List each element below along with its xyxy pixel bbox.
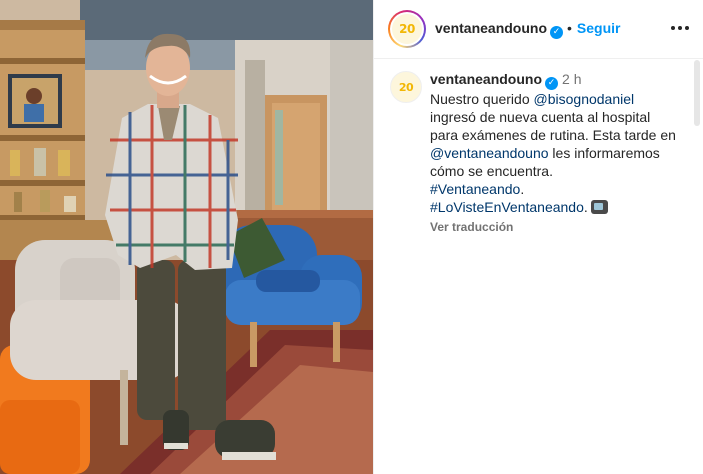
- mention-link[interactable]: @bisognodaniel: [534, 91, 635, 107]
- television-icon: [590, 200, 608, 214]
- logo-text: 20: [399, 22, 415, 36]
- verified-badge-icon: ✓: [545, 77, 559, 90]
- caption-text: .: [520, 181, 525, 197]
- follow-button[interactable]: Seguir: [577, 20, 621, 36]
- mention-link[interactable]: @ventaneandouno: [430, 145, 549, 161]
- header-username[interactable]: ventaneandouno: [435, 20, 547, 36]
- caption-text: Nuestro querido: [430, 91, 534, 107]
- photo-scene: [0, 0, 373, 474]
- hashtag-link[interactable]: #Ventaneando: [430, 181, 520, 197]
- caption-text: ingresó de nueva cuenta al hospital para…: [430, 109, 676, 143]
- post-header: 20 ventaneandouno ✓ • Seguir: [374, 0, 703, 59]
- caption-text: .: [583, 199, 588, 215]
- header-user-line: ventaneandouno ✓ • Seguir: [435, 20, 621, 39]
- post-side-panel: 20 ventaneandouno ✓ • Seguir 20 ventaneando…: [373, 0, 703, 474]
- caption-avatar[interactable]: 20: [390, 71, 422, 103]
- more-dot: [671, 26, 675, 30]
- verified-badge-icon: ✓: [550, 26, 564, 39]
- more-dot: [678, 26, 682, 30]
- profile-avatar[interactable]: 20: [388, 10, 426, 48]
- caption-body: ventaneandouno ✓ 2 h Nuestro querido @biso…: [430, 70, 680, 236]
- comments-scrollbar[interactable]: [694, 60, 700, 126]
- logo-text: 20: [398, 80, 414, 94]
- post-photo[interactable]: [0, 0, 373, 474]
- channel-logo: 20: [392, 14, 422, 44]
- more-dot: [685, 26, 689, 30]
- more-options-icon[interactable]: [670, 20, 690, 36]
- separator-dot: •: [567, 20, 572, 36]
- caption-username[interactable]: ventaneandouno: [430, 71, 542, 87]
- avatar-inner: 20: [390, 12, 424, 46]
- hashtag-link[interactable]: #LoVisteEnVentaneando: [430, 199, 584, 215]
- caption-timestamp[interactable]: 2 h: [562, 71, 581, 87]
- translate-link[interactable]: Ver traducción: [430, 218, 680, 236]
